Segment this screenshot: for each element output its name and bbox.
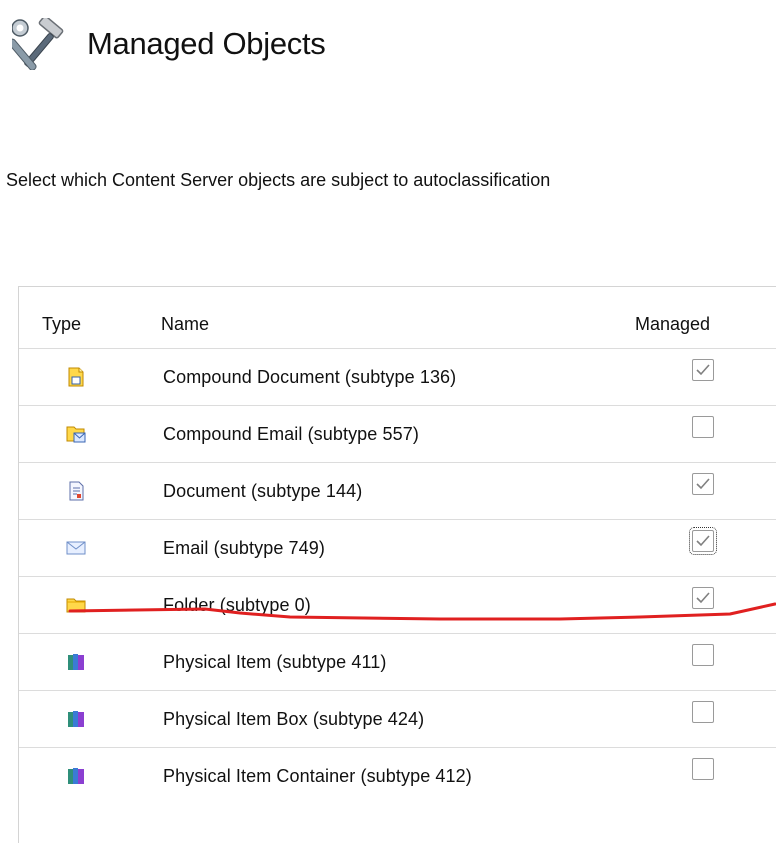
table-row: Physical Item (subtype 411) — [19, 633, 776, 691]
row-name[interactable]: Physical Item (subtype 411) — [163, 652, 386, 673]
managed-checkbox[interactable] — [692, 758, 714, 780]
page-description: Select which Content Server objects are … — [6, 170, 551, 190]
page-title: Managed Objects — [87, 26, 326, 61]
physical-item-box-icon — [68, 711, 84, 727]
document-icon — [69, 481, 84, 501]
column-header-type[interactable]: Type — [42, 314, 81, 335]
page-header: Managed Objects — [12, 18, 712, 70]
table-row: Document (subtype 144) — [19, 462, 776, 520]
column-header-name[interactable]: Name — [161, 314, 209, 335]
checkmark-icon — [696, 535, 710, 547]
managed-checkbox[interactable] — [692, 416, 714, 438]
managed-objects-table: Type Name Managed Compound Document (sub… — [18, 286, 776, 843]
checkmark-icon — [696, 364, 710, 376]
table-row: Physical Item Container (subtype 412) — [19, 747, 776, 805]
managed-checkbox[interactable] — [689, 527, 717, 555]
table-row: Physical Item Box (subtype 424) — [19, 690, 776, 748]
managed-checkbox[interactable] — [692, 644, 714, 666]
managed-checkbox[interactable] — [692, 587, 714, 609]
row-name[interactable]: Physical Item Box (subtype 424) — [163, 709, 424, 730]
folder-icon — [66, 598, 86, 613]
managed-checkbox[interactable] — [692, 359, 714, 381]
managed-checkbox[interactable] — [692, 473, 714, 495]
column-header-managed[interactable]: Managed — [635, 314, 710, 335]
row-name[interactable]: Compound Document (subtype 136) — [163, 367, 456, 388]
row-name[interactable]: Physical Item Container (subtype 412) — [163, 766, 472, 787]
table-row: Email (subtype 749) — [19, 519, 776, 577]
compound-document-icon — [68, 367, 84, 387]
row-name[interactable]: Document (subtype 144) — [163, 481, 362, 502]
table-row: Compound Email (subtype 557) — [19, 405, 776, 463]
table-header-row: Type Name Managed — [19, 287, 776, 344]
checkmark-icon — [696, 478, 710, 490]
table-row: Compound Document (subtype 136) — [19, 348, 776, 406]
compound-email-icon — [66, 426, 86, 443]
physical-item-icon — [68, 654, 84, 670]
row-name[interactable]: Folder (subtype 0) — [163, 595, 311, 616]
checkmark-icon — [696, 592, 710, 604]
table-row: Folder (subtype 0) — [19, 576, 776, 634]
tools-icon — [12, 18, 64, 70]
row-name[interactable]: Email (subtype 749) — [163, 538, 325, 559]
row-name[interactable]: Compound Email (subtype 557) — [163, 424, 419, 445]
managed-checkbox[interactable] — [692, 701, 714, 723]
physical-item-container-icon — [68, 768, 84, 784]
email-icon — [66, 541, 86, 555]
